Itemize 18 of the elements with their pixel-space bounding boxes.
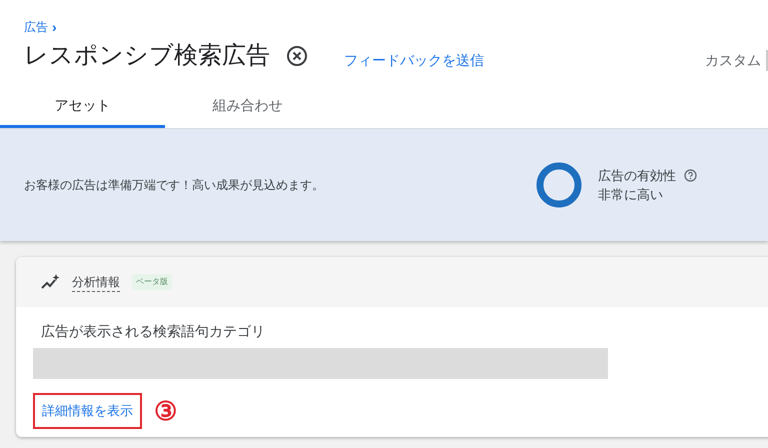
help-icon[interactable] — [684, 168, 697, 182]
chevron-icon: › — [52, 20, 57, 34]
effectiveness-value: 非常に高い — [598, 186, 664, 204]
details-link[interactable]: 詳細情報を表示 — [33, 393, 142, 428]
step-number-annotation: ③ — [154, 398, 177, 424]
page-title: レスポンシブ検索広告 — [24, 41, 270, 71]
trend-sparkle-icon — [40, 273, 60, 291]
feedback-link[interactable]: フィードバックを送信 — [344, 50, 484, 70]
effectiveness-ring-icon — [536, 162, 582, 208]
section-title: 広告が表示される検索語句カテゴリ — [41, 322, 266, 341]
banner-message: お客様の広告は準備万端です！高い成果が見込めます。 — [24, 177, 325, 194]
close-icon[interactable] — [286, 45, 308, 67]
beta-badge: ベータ版 — [132, 274, 172, 290]
card-title[interactable]: 分析情報 — [72, 272, 120, 292]
view-selector[interactable]: カスタム — [705, 50, 768, 70]
tab[interactable]: 組み合わせ — [165, 86, 330, 128]
effectiveness-label: 広告の有効性 — [598, 166, 676, 184]
breadcrumb-link[interactable]: 広告 — [24, 18, 48, 36]
